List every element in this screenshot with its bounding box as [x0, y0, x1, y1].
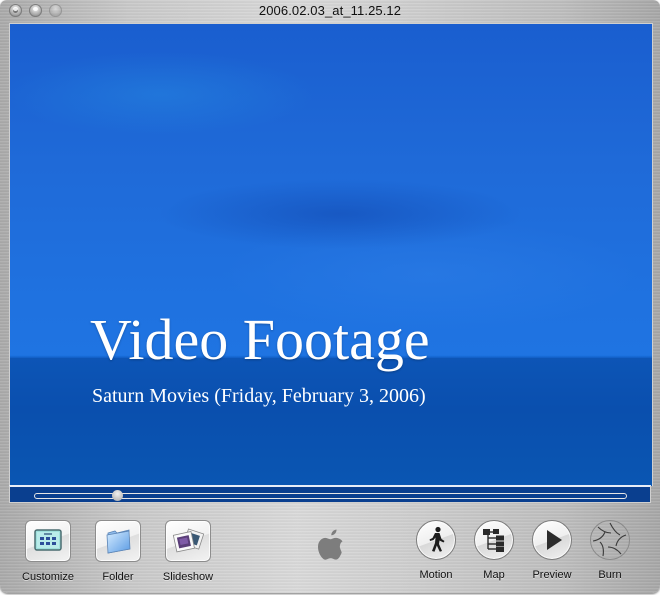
slideshow-label: Slideshow — [162, 571, 214, 583]
menu-subtitle[interactable]: Saturn Movies (Friday, February 3, 2006) — [92, 385, 426, 408]
burn-label: Burn — [598, 569, 622, 581]
burn-button[interactable]: Burn — [570, 520, 650, 581]
burn-aperture-icon — [592, 522, 627, 557]
map-tree-icon — [483, 529, 504, 552]
idvd-window: 2006.02.03_at_11.25.12 Video Footage Sat… — [0, 0, 660, 593]
folder-button[interactable]: Folder — [78, 520, 158, 583]
play-icon — [547, 530, 562, 550]
folder-icon — [106, 529, 131, 554]
walking-person-icon — [429, 526, 445, 552]
toolbar: Customize Folder Slideshow Motion Map Pr… — [0, 520, 660, 590]
slideshow-button[interactable]: Slideshow — [148, 520, 228, 583]
sea-background — [10, 358, 652, 486]
customize-label: Customize — [22, 571, 74, 583]
window-title: 2006.02.03_at_11.25.12 — [258, 3, 402, 18]
scrubber-track[interactable] — [34, 490, 627, 501]
menu-title[interactable]: Video Footage — [90, 306, 430, 373]
menu-preview-area[interactable]: Video Footage Saturn Movies (Friday, Feb… — [9, 23, 653, 486]
slideshow-icon — [172, 528, 205, 553]
customize-button[interactable]: Customize — [8, 520, 88, 583]
customize-icon — [34, 529, 62, 551]
title-bar[interactable]: 2006.02.03_at_11.25.12 — [0, 0, 660, 22]
scrubber-bar — [9, 485, 651, 503]
apple-logo-icon — [318, 529, 343, 560]
folder-label: Folder — [102, 571, 134, 583]
scrubber-knob[interactable] — [111, 490, 123, 501]
